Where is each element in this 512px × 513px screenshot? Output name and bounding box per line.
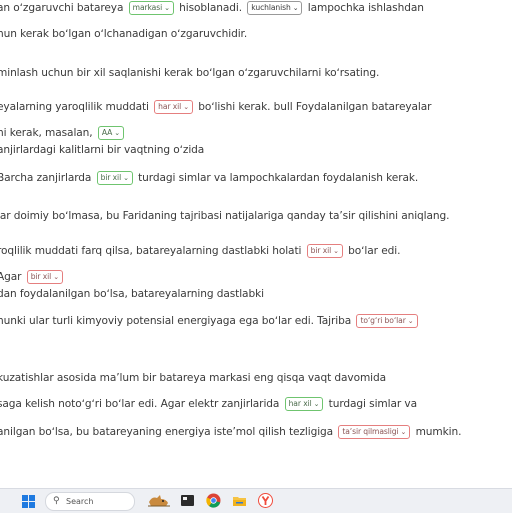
dropdown-selected-value: AA (101, 128, 113, 137)
answer-dropdown[interactable]: bir xil ⌄ (26, 270, 63, 284)
exercise-content: an oʻzgaruvchi batareya markasi ⌄ hisobla… (0, 0, 512, 488)
answer-dropdown[interactable]: har xil ⌄ (284, 397, 324, 411)
text-line: minlash uchun bir xil saqlanishi kerak b… (0, 66, 379, 80)
sentence-text: Agar (0, 271, 22, 283)
text-line: anjirlardagi kalitlarni bir vaqtning oʻz… (0, 143, 204, 157)
answer-dropdown[interactable]: toʻgʻri boʻlar ⌄ (356, 314, 418, 328)
text-line: hunki ular turli kimyoviy potensial ener… (0, 314, 420, 328)
taskbar-search-label: Search (66, 497, 94, 506)
text-line: an oʻzgaruvchi batareya markasi ⌄ hisobla… (0, 1, 424, 15)
search-icon: ⚲ (53, 496, 60, 506)
taskbar-search-box[interactable]: ⚲ Search (45, 492, 135, 511)
sentence-text: eyalarning yaroqlilik muddati (0, 101, 149, 113)
sentence-text: hunki ular turli kimyoviy potensial ener… (0, 315, 352, 327)
answer-dropdown[interactable]: bir xil ⌄ (306, 244, 343, 258)
sentence-text: saga kelish notoʻgʻri boʻlar edi. Agar e… (0, 398, 280, 410)
text-line: Agar bir xil ⌄ (0, 270, 65, 284)
answer-dropdown[interactable]: taʼsir qilmasligi ⌄ (338, 425, 411, 439)
sentence-text: roqlilik muddati farq qilsa, batareyalar… (0, 245, 302, 257)
chevron-down-icon: ⌄ (123, 174, 129, 182)
sentence-text: boʻlishi kerak. bull Foydalanilgan batar… (198, 101, 432, 113)
sentence-text: mumkin. (415, 426, 462, 438)
sentence-text: turdagi simlar va (328, 398, 417, 410)
chevron-down-icon: ⌄ (164, 4, 170, 12)
sentence-text: kuzatishlar asosida maʼlum bir batareya … (0, 372, 387, 384)
answer-dropdown[interactable]: markasi ⌄ (128, 1, 174, 15)
chevron-down-icon: ⌄ (114, 129, 121, 137)
animal-widget-icon[interactable] (146, 493, 172, 508)
dropdown-selected-value: bir xil (30, 272, 52, 281)
answer-dropdown[interactable]: bir xil ⌄ (96, 171, 133, 185)
text-line: lar doimiy boʻlmasa, bu Faridaning tajri… (0, 209, 450, 223)
dropdown-selected-value: toʻgʻri boʻlar (360, 316, 406, 325)
sentence-text: an oʻzgaruvchi batareya (0, 2, 124, 14)
windows-start-icon[interactable] (22, 495, 35, 508)
text-line: dan foydalanilgan boʻlsa, batareyalarnin… (0, 287, 264, 301)
chevron-down-icon: ⌄ (183, 103, 189, 111)
text-line: hun kerak boʻlgan oʻlchanadigan oʻzgaruv… (0, 27, 247, 41)
sentence-text: minlash uchun bir xil saqlanishi kerak b… (0, 67, 380, 79)
sentence-text: anjirlardagi kalitlarni bir vaqtning oʻz… (0, 144, 205, 156)
chevron-down-icon: ⌄ (407, 317, 414, 325)
answer-dropdown[interactable]: kuchlanish ⌄ (247, 1, 303, 15)
dropdown-selected-value: har xil (158, 102, 182, 111)
text-line: saga kelish notoʻgʻri boʻlar edi. Agar e… (0, 397, 417, 411)
answer-dropdown[interactable]: AA ⌄ (97, 126, 125, 140)
sentence-text: Barcha zanjirlarda (0, 172, 92, 184)
chrome-icon[interactable] (206, 493, 221, 508)
sentence-text: boʻlar edi. (348, 245, 401, 257)
dropdown-selected-value: taʼsir qilmasligi (342, 427, 399, 436)
file-explorer-icon[interactable] (232, 493, 247, 508)
sentence-text: hisoblanadi. (179, 2, 243, 14)
dropdown-selected-value: har xil (288, 399, 312, 408)
sentence-text: turdagi simlar va lampochkalardan foydal… (138, 172, 419, 184)
answer-dropdown[interactable]: har xil ⌄ (154, 100, 193, 114)
sentence-text: hi kerak, masalan, (0, 127, 93, 139)
chevron-down-icon: ⌄ (292, 4, 299, 12)
sentence-text: dan foydalanilgan boʻlsa, batareyalarnin… (0, 288, 264, 300)
text-line: Barcha zanjirlarda bir xil ⌄ turdagi siml… (0, 171, 418, 185)
chevron-down-icon: ⌄ (313, 400, 320, 408)
text-line: hi kerak, masalan, AA ⌄ (0, 126, 126, 140)
dropdown-selected-value: bir xil (100, 173, 122, 182)
dropdown-selected-value: markasi (132, 3, 163, 12)
taskbar: ⚲ Search (0, 488, 512, 513)
text-line: roqlilik muddati farq qilsa, batareyalar… (0, 244, 400, 258)
chevron-down-icon: ⌄ (53, 273, 59, 281)
chevron-down-icon: ⌄ (333, 247, 339, 255)
text-line: eyalarning yaroqlilik muddati har xil ⌄ b… (0, 100, 432, 114)
dropdown-selected-value: kuchlanish (251, 3, 291, 12)
sentence-text: hun kerak boʻlgan oʻlchanadigan oʻzgaruv… (0, 28, 248, 40)
text-line: kuzatishlar asosida maʼlum bir batareya … (0, 371, 386, 385)
yandex-browser-icon[interactable] (258, 493, 273, 508)
terminal-icon[interactable] (180, 493, 195, 508)
sentence-text: anilgan boʻlsa, bu batareyaning energiya… (0, 426, 334, 438)
dropdown-selected-value: bir xil (310, 246, 332, 255)
sentence-text: lampochka ishlashdan (307, 2, 424, 14)
chevron-down-icon: ⌄ (400, 428, 407, 436)
sentence-text: lar doimiy boʻlmasa, bu Faridaning tajri… (0, 210, 450, 222)
text-line: anilgan boʻlsa, bu batareyaning energiya… (0, 425, 461, 439)
